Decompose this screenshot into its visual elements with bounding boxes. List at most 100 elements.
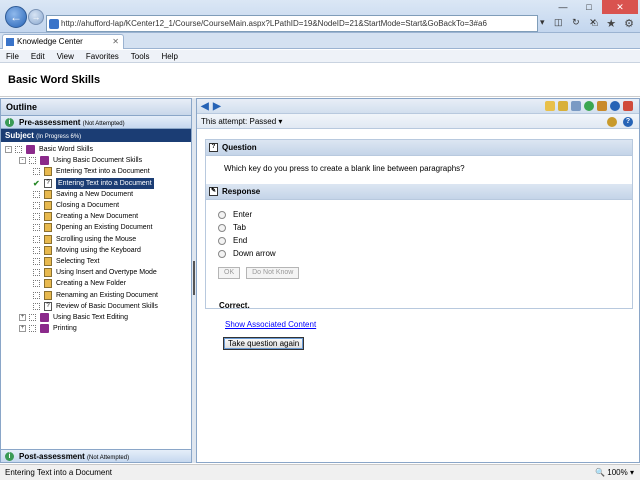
comments-icon[interactable] [558,101,568,111]
tree-item[interactable]: Creating a New Folder [33,278,126,289]
tree-item[interactable]: Moving using the Keyboard [33,245,141,256]
menu-tools[interactable]: Tools [131,50,150,62]
tree-item[interactable]: + Printing [19,323,77,334]
ok-button[interactable]: OK [218,267,241,279]
tree-item[interactable]: - Using Basic Document Skills [19,155,142,166]
tree-item[interactable]: - Basic Word Skills [5,144,93,155]
menu-view[interactable]: View [57,50,74,62]
outline-tree: - Basic Word Skills - Using Basic Document … [1,142,191,442]
subject-bar[interactable]: Subject (In Progress 6%) [1,129,191,142]
tree-item[interactable]: Scrolling using the Mouse [33,234,136,245]
dropdown-icon[interactable]: ▾ [540,17,545,27]
menu-help[interactable]: Help [161,50,177,62]
tree-item-label: Creating a New Folder [56,280,127,288]
option-end[interactable]: End [218,234,620,247]
attempt-label: This attempt: [201,117,248,126]
collapse-icon[interactable]: - [5,146,12,153]
status-box-icon [33,302,40,310]
splitter-grip[interactable] [193,261,195,295]
settings-icon[interactable] [607,117,617,127]
radio[interactable] [218,236,226,245]
status-box-icon [33,190,40,198]
menu-edit[interactable]: Edit [31,50,45,62]
tree-item[interactable]: ? Review of Basic Document Skills [33,301,158,312]
radio[interactable] [218,249,226,258]
menu-favorites[interactable]: Favorites [86,50,119,62]
pre-assessment-label: Pre-assessment [19,118,81,127]
tree-item[interactable]: + Using Basic Text Editing [19,312,128,323]
tab-knowledge-center[interactable]: Knowledge Center ✕ [2,34,124,49]
status-box-icon [29,314,36,321]
tree-item[interactable]: Creating a New Document [33,211,138,222]
menu-file[interactable]: File [6,50,19,62]
help-icon[interactable] [610,101,620,111]
document-icon [44,189,52,199]
tab-close-icon[interactable]: ✕ [112,35,119,48]
tree-item[interactable]: Closing a Document [33,200,119,211]
exit-icon[interactable] [623,101,633,111]
do-not-know-button[interactable]: Do Not Know [246,267,300,279]
question-icon: ? [44,301,52,311]
notes-icon[interactable] [545,101,555,111]
close-button[interactable]: ✕ [602,0,638,14]
take-question-again-button[interactable]: Take question again [223,337,305,350]
next-arrow-icon[interactable]: ▶ [213,101,221,112]
status-box-icon [29,157,36,165]
tree-item[interactable]: Opening an Existing Document [33,222,153,233]
app-header: Basic Word Skills [0,63,640,97]
compat-icon[interactable]: ◫ [554,17,563,27]
show-associated-content-link[interactable]: Show Associated Content [225,320,316,329]
maximize-button[interactable]: □ [576,0,602,14]
question-text: Which key do you press to create a blank… [206,156,632,184]
outline-title: Outline [1,99,191,116]
attempt-dropdown[interactable]: Passed ▾ [249,117,282,126]
option-enter[interactable]: Enter [218,208,620,221]
radio[interactable] [218,223,226,232]
outline-panel: Outline i Pre-assessment (Not Attempted)… [0,98,192,463]
status-box-icon [29,325,36,333]
pre-assessment-bar[interactable]: i Pre-assessment (Not Attempted) [1,116,191,129]
document-icon [44,223,52,233]
document-icon [44,279,52,289]
post-assessment-bar[interactable]: i Post-assessment (Not Attempted) [1,449,191,462]
tree-item-label: Opening an Existing Document [56,224,153,232]
radio[interactable] [218,210,226,219]
back-button[interactable]: ← [5,6,27,28]
expand-icon[interactable]: + [19,325,26,333]
help-icon[interactable]: ? [623,117,633,127]
forward-button[interactable]: → [28,9,44,25]
tree-item-label: Creating a New Document [56,213,139,221]
status-box-icon [33,246,40,254]
home-icon[interactable] [597,101,607,111]
book-icon [40,313,49,322]
info-icon: i [5,452,14,461]
document-icon [44,234,52,244]
prev-arrow-icon[interactable]: ◀ [201,101,209,112]
option-down-arrow[interactable]: Down arrow [218,247,620,260]
expand-icon[interactable]: + [19,314,26,321]
tree-item-label: Review of Basic Document Skills [56,302,158,310]
go-icon[interactable] [584,101,594,111]
home-icon[interactable]: ⌂ [592,17,599,30]
bookmark-icon[interactable] [571,101,581,111]
tree-item-label: Saving a New Document [56,190,134,198]
tree-item-label: Basic Word Skills [39,146,93,153]
refresh-icon[interactable]: ↻ [572,17,580,27]
tree-item[interactable]: Entering Text into a Document [33,166,150,177]
minimize-button[interactable]: — [550,0,576,14]
zoom-control[interactable]: 🔍 100% ▾ [595,465,634,480]
tree-item[interactable]: Selecting Text [33,256,99,267]
favorites-icon[interactable]: ★ [606,17,616,30]
tree-item-label: Moving using the Keyboard [56,246,141,254]
subject-label: Subject [5,131,34,140]
gear-icon[interactable]: ⚙ [624,17,634,30]
address-bar-area: ← → http://ahufford-lap/KCenter12_1/Cour… [0,0,640,33]
tree-item[interactable]: ✔? Entering Text into a Document [33,177,154,189]
tree-item[interactable]: Using Insert and Overtype Mode [33,267,157,278]
url-field[interactable]: http://ahufford-lap/KCenter12_1/Course/C… [46,15,538,32]
tree-item[interactable]: Renaming an Existing Document [33,290,158,301]
document-icon [44,245,52,255]
collapse-icon[interactable]: - [19,157,26,165]
tree-item[interactable]: Saving a New Document [33,189,133,200]
option-tab[interactable]: Tab [218,221,620,234]
